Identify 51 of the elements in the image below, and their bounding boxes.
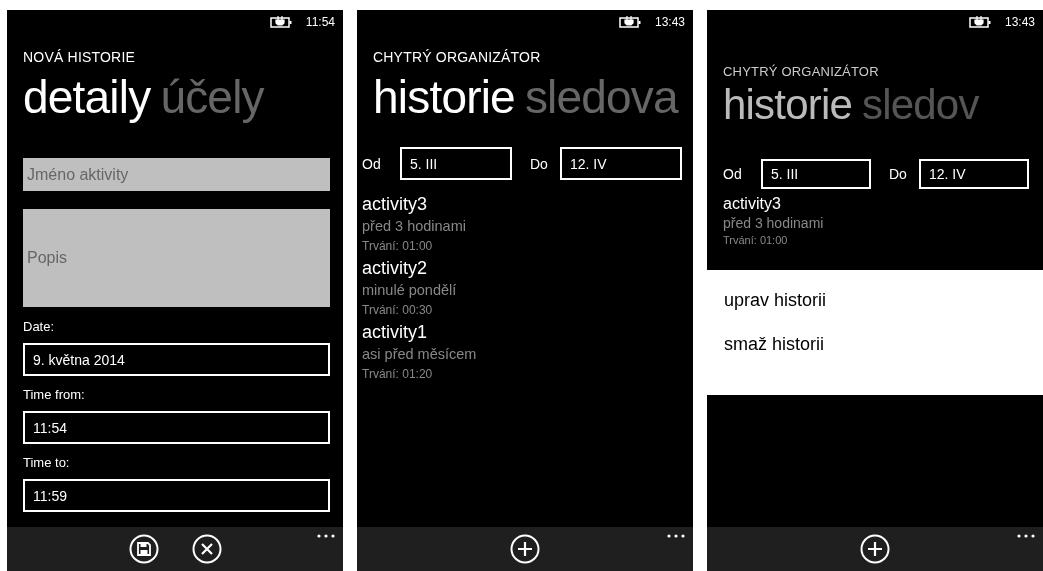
clock-time: 13:43 (654, 15, 685, 29)
input-field[interactable]: 11:59 (23, 479, 330, 512)
date-field[interactable]: 12. IV (919, 159, 1029, 189)
clock-time: 13:43 (1004, 15, 1035, 29)
menu-item[interactable]: smaž historii (724, 334, 1043, 355)
add-icon[interactable] (860, 534, 890, 564)
field-label: Time from: (23, 387, 86, 402)
description-field[interactable]: Popis (23, 209, 330, 307)
pivot-header[interactable]: historie (723, 81, 852, 129)
activity-name[interactable]: activity2 (362, 256, 693, 280)
battery-icon (618, 16, 641, 28)
battery-icon (269, 16, 292, 28)
pivot-header[interactable]: sledova (524, 67, 678, 127)
pivot-header[interactable]: účely (160, 67, 264, 127)
pivot-header[interactable]: detaily (23, 67, 151, 127)
activity-time: minulé pondělí (362, 281, 458, 300)
clock-time: 11:54 (305, 15, 335, 29)
activity-name[interactable]: activity3 (362, 192, 693, 216)
activity-time: asi před měsícem (362, 345, 478, 364)
save-icon[interactable] (128, 534, 159, 564)
more-icon[interactable] (317, 534, 335, 538)
activity-duration: Trvání: 01:00 (723, 233, 789, 248)
activity-time: před 3 hodinami (362, 217, 467, 236)
activity-duration: Trvání: 01:20 (362, 366, 434, 383)
to-label: Do (889, 166, 908, 182)
from-label: Od (723, 166, 743, 182)
name-field[interactable]: Jméno aktivity (23, 158, 330, 191)
pivot-header[interactable]: historie (373, 67, 515, 127)
battery-icon (968, 16, 991, 28)
menu-item[interactable]: uprav historii (724, 290, 1043, 311)
field-label: Time to: (23, 455, 71, 470)
input-field[interactable]: 9. května 2014 (23, 343, 330, 376)
activity-duration: Trvání: 00:30 (362, 302, 434, 319)
more-icon[interactable] (667, 534, 685, 538)
app-title: CHYTRÝ ORGANIZÁTOR (373, 49, 542, 65)
activity-time: před 3 hodinami (723, 214, 825, 233)
app-title: CHYTRÝ ORGANIZÁTOR (723, 64, 880, 79)
app-title: NOVÁ HISTORIE (23, 49, 137, 65)
activity-name[interactable]: activity1 (362, 320, 693, 344)
date-field[interactable]: 5. III (761, 159, 871, 189)
from-label: Od (362, 155, 382, 172)
close-icon[interactable] (191, 534, 222, 564)
field-label: Date: (23, 319, 56, 334)
activity-name[interactable]: activity3 (723, 194, 1043, 214)
input-field[interactable]: 11:54 (23, 411, 330, 444)
to-label: Do (530, 155, 549, 172)
date-field[interactable]: 12. IV (560, 147, 682, 180)
add-icon[interactable] (510, 534, 540, 564)
date-field[interactable]: 5. III (400, 147, 512, 180)
activity-duration: Trvání: 01:00 (362, 238, 434, 255)
more-icon[interactable] (1017, 534, 1035, 538)
